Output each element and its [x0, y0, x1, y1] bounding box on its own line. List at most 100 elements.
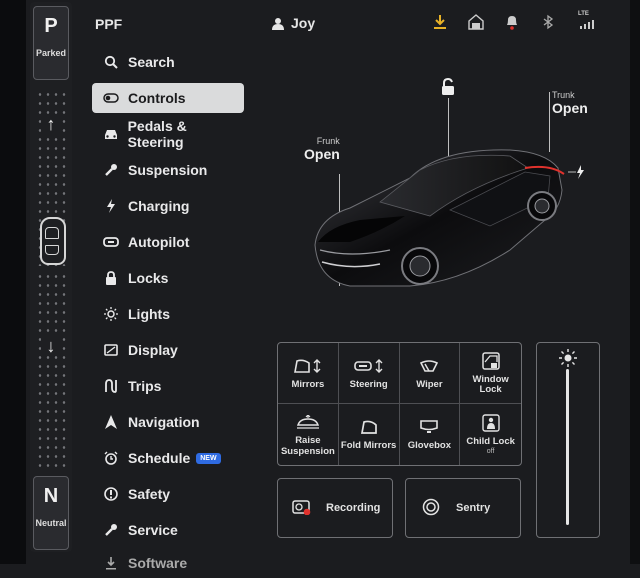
menu-item-locks[interactable]: Locks [92, 260, 244, 296]
vehicle-visualization[interactable]: Frunk Open Trunk Open [280, 60, 625, 310]
bolt-icon [102, 197, 120, 215]
search-icon [102, 53, 120, 71]
menu-item-trips[interactable]: Trips [92, 368, 244, 404]
network-label: LTE [578, 11, 589, 17]
recording-button[interactable]: Recording [277, 478, 393, 538]
menu-item-label: Lights [128, 306, 170, 322]
menu-item-lights[interactable]: Lights [92, 296, 244, 332]
gear-park-indicator[interactable]: P Parked [33, 6, 69, 80]
gear-neutral-label: Neutral [35, 518, 67, 528]
wiper-icon [419, 356, 439, 376]
window-lock-button[interactable]: Window Lock [460, 343, 521, 404]
menu-item-label: Locks [128, 270, 169, 286]
window-lock-icon [481, 351, 500, 371]
sentry-button[interactable]: Sentry [405, 478, 521, 538]
notification-bell-icon[interactable] [504, 14, 520, 30]
download-icon [102, 554, 120, 572]
charge-port-icon[interactable] [568, 164, 588, 185]
recording-label: Recording [326, 502, 381, 514]
control-label: Fold Mirrors [340, 440, 397, 452]
gear-park-label: Parked [35, 48, 67, 58]
menu-item-label: Pedals & Steering [127, 118, 187, 150]
menu-item-charging[interactable]: Charging [92, 188, 244, 224]
sentry-icon [422, 498, 440, 519]
fold-mirrors-button[interactable]: Fold Mirrors [339, 404, 400, 465]
wrench-icon [102, 161, 120, 179]
menu-item-controls[interactable]: Controls [92, 83, 244, 113]
screen-bezel-right [630, 0, 640, 564]
trunk-state: Open [552, 100, 588, 116]
arrow-up-icon: ↑ [41, 114, 61, 134]
menu-item-safety[interactable]: Safety [92, 476, 244, 512]
dashcam-icon [292, 499, 312, 518]
control-label: Wiper [416, 378, 443, 390]
bluetooth-icon[interactable] [540, 14, 556, 30]
menu-item-label: Service [128, 522, 178, 538]
car-3d-render [314, 149, 565, 287]
menu-item-display[interactable]: Display [92, 332, 244, 368]
control-label: Steering [349, 378, 388, 390]
app-title: PPF [95, 16, 123, 32]
lte-signal-icon: LTE [576, 11, 598, 30]
garage-icon[interactable] [468, 14, 484, 30]
menu-item-search[interactable]: Search [92, 44, 244, 80]
display-brightness-slider[interactable] [536, 342, 600, 538]
gear-neutral-letter: N [43, 485, 59, 507]
wiper-button[interactable]: Wiper [399, 343, 461, 404]
user-icon [272, 17, 284, 30]
fold-mirror-icon [359, 417, 379, 437]
menu-item-label: Charging [128, 198, 190, 214]
car-top-view-icon [40, 217, 66, 265]
mirrors-button[interactable]: Mirrors [278, 343, 339, 404]
menu-item-label: Navigation [128, 414, 200, 430]
download-icon[interactable] [432, 14, 448, 30]
menu-item-schedule[interactable]: Schedule NEW [92, 440, 244, 476]
alarm-clock-icon [102, 449, 120, 467]
steering-wheel-icon [102, 233, 120, 251]
child-lock-status: off [486, 448, 495, 456]
user-name: Joy [291, 15, 316, 31]
menu-item-suspension[interactable]: Suspension [92, 152, 244, 188]
menu-item-software[interactable]: Software [92, 548, 244, 578]
menu-item-navigation[interactable]: Navigation [92, 404, 244, 440]
glovebox-button[interactable]: Glovebox [400, 404, 461, 465]
brightness-track[interactable] [566, 369, 569, 525]
sun-icon [102, 305, 120, 323]
gear-neutral-indicator[interactable]: N Neutral [33, 476, 69, 550]
toggle-icon [102, 89, 120, 107]
settings-menu: Search Controls Pedals & Steering Suspen… [92, 44, 244, 578]
lock-icon [102, 269, 120, 287]
menu-item-label: Suspension [128, 162, 208, 178]
menu-item-label: Trips [128, 378, 162, 394]
trips-icon [102, 377, 120, 395]
control-label: Glovebox [407, 440, 452, 452]
menu-item-autopilot[interactable]: Autopilot [92, 224, 244, 260]
trunk-callout[interactable]: Trunk Open [552, 90, 588, 116]
control-label: Child Lock [466, 435, 515, 447]
control-label: Mirrors [291, 378, 325, 390]
control-label: Raise Suspension [280, 435, 335, 457]
wrench-icon [102, 521, 120, 539]
sentry-label: Sentry [456, 502, 491, 514]
raise-suspension-button[interactable]: Raise Suspension [278, 404, 339, 465]
gear-selector[interactable]: P Parked ↑ ↓ N Neutral [30, 2, 72, 552]
menu-item-label: Controls [128, 90, 186, 106]
menu-item-label: Schedule [128, 450, 191, 466]
trunk-label: Trunk [552, 90, 575, 100]
new-badge: NEW [196, 452, 221, 464]
steering-button[interactable]: Steering [338, 343, 400, 404]
car-icon [102, 125, 120, 143]
menu-item-label: Safety [128, 486, 171, 502]
menu-item-label: Search [128, 54, 175, 70]
menu-item-pedals-steering[interactable]: Pedals & Steering [92, 116, 244, 152]
glovebox-icon [419, 417, 439, 437]
display-icon [102, 341, 120, 359]
menu-item-service[interactable]: Service [92, 512, 244, 548]
raise-suspension-icon [296, 412, 320, 432]
steering-adjust-icon [353, 356, 385, 376]
mirror-fold-icon [293, 356, 323, 376]
user-profile[interactable]: Joy [272, 15, 315, 31]
gear-drag-track-lower[interactable] [36, 272, 66, 472]
menu-item-label: Display [128, 342, 178, 358]
child-lock-button[interactable]: Child Lock off [460, 404, 521, 465]
